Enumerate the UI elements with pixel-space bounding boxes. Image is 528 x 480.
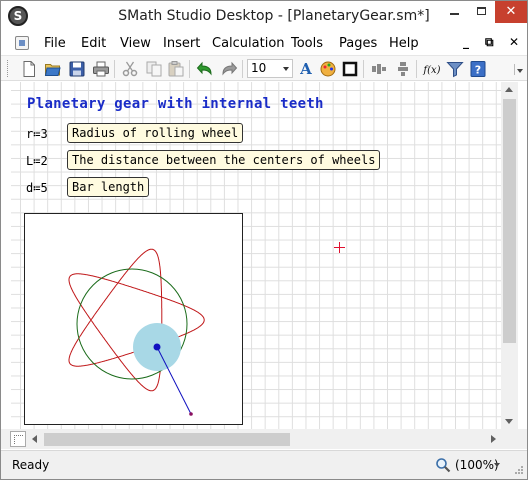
definition-L[interactable]: L≔2 [26, 154, 48, 168]
cut-icon[interactable] [121, 60, 139, 78]
page-view-icon[interactable] [10, 431, 26, 447]
mdi-close-button[interactable]: ✕ [509, 35, 519, 49]
menu-tools[interactable]: Tools [291, 36, 323, 51]
scroll-down-icon[interactable] [505, 419, 513, 424]
plot-region[interactable] [24, 213, 243, 425]
chevron-down-icon[interactable] [494, 463, 500, 467]
font-size-value: 10 [251, 61, 267, 75]
menu-insert[interactable]: Insert [163, 36, 200, 51]
undo-icon[interactable] [196, 60, 214, 78]
new-document-icon[interactable] [20, 60, 38, 78]
title-bar[interactable]: S SMath Studio Desktop - [PlanetaryGear.… [1, 1, 527, 31]
minimize-icon [450, 12, 459, 15]
vertical-scroll-thumb[interactable] [503, 99, 516, 343]
minimize-button[interactable] [441, 1, 468, 23]
document-icon[interactable] [15, 36, 29, 50]
vertical-scrollbar[interactable] [501, 82, 518, 429]
comment-rolling-wheel[interactable]: Radius of rolling wheel [67, 123, 244, 143]
menu-view[interactable]: View [120, 36, 151, 51]
app-window: S SMath Studio Desktop - [PlanetaryGear.… [0, 0, 528, 480]
toolbar: 10 A f(x) ? [1, 55, 527, 81]
comment-bar-length[interactable]: Bar length [67, 177, 150, 197]
toolbar-grip[interactable] [7, 60, 10, 77]
menu-calculation[interactable]: Calculation [212, 36, 285, 51]
worksheet-canvas[interactable]: Planetary gear with internal teeth r≔3 R… [11, 82, 501, 429]
paste-icon[interactable] [167, 60, 185, 78]
plot-canvas [68, 248, 205, 416]
open-folder-icon[interactable] [44, 60, 62, 78]
definition-r[interactable]: r≔3 [26, 127, 48, 141]
toolbar-separator [114, 60, 115, 78]
variable-value: 3 [40, 127, 48, 141]
toolbar-overflow-button[interactable] [514, 64, 523, 75]
help-icon[interactable]: ? [469, 60, 487, 78]
wheel-center-dot [153, 343, 161, 351]
toolbar-separator [363, 60, 364, 78]
align-vertical-icon[interactable] [394, 60, 412, 78]
status-text: Ready [12, 458, 50, 472]
filter-icon[interactable] [446, 60, 464, 78]
bar-tip-dot [189, 412, 193, 416]
align-horizontal-icon[interactable] [370, 60, 388, 78]
menu-help[interactable]: Help [389, 36, 419, 51]
variable-value: 5 [40, 181, 48, 195]
mdi-restore-button[interactable]: ⧉ [485, 35, 494, 50]
menu-file[interactable]: File [44, 36, 66, 51]
scroll-left-icon[interactable] [32, 435, 37, 443]
toolbar-separator [416, 60, 417, 78]
save-icon[interactable] [68, 60, 86, 78]
definition-d[interactable]: d≔5 [26, 181, 48, 195]
trajectory-curve [68, 248, 205, 392]
toolbar-separator [242, 60, 243, 78]
fill-color-icon[interactable] [319, 60, 337, 78]
worksheet-title[interactable]: Planetary gear with internal teeth [27, 96, 324, 112]
maximize-icon [477, 6, 486, 15]
horizontal-bar-area [1, 429, 527, 449]
toolbar-separator [189, 60, 190, 78]
copy-icon[interactable] [145, 60, 163, 78]
function-icon[interactable]: f(x) [421, 60, 443, 78]
menu-pages[interactable]: Pages [339, 36, 377, 51]
menu-edit[interactable]: Edit [81, 36, 106, 51]
redo-icon[interactable] [220, 60, 238, 78]
border-icon[interactable] [341, 60, 359, 78]
zoom-level[interactable]: (100%) [455, 458, 499, 472]
scroll-right-icon[interactable] [491, 435, 496, 443]
resize-grip-icon[interactable] [512, 465, 524, 477]
zoom-icon[interactable] [435, 457, 451, 473]
menu-bar: File Edit View Insert Calculation Tools … [1, 31, 527, 55]
print-icon[interactable] [92, 60, 110, 78]
horizontal-scrollbar[interactable] [28, 431, 502, 448]
svg-text:A: A [299, 60, 312, 78]
scroll-up-icon[interactable] [505, 87, 513, 92]
insertion-cursor-icon [334, 242, 345, 253]
comment-center-distance[interactable]: The distance between the centers of whee… [67, 150, 381, 170]
horizontal-scroll-thumb[interactable] [44, 433, 290, 446]
maximize-button[interactable] [468, 1, 495, 23]
mdi-minimize-button[interactable]: _ [463, 35, 469, 49]
font-size-select[interactable]: 10 [247, 59, 293, 78]
text-color-icon[interactable]: A [297, 60, 315, 78]
status-bar: Ready (100%) [1, 450, 527, 479]
function-label: f(x) [422, 65, 440, 76]
svg-text:?: ? [475, 64, 481, 77]
variable-value: 2 [40, 154, 48, 168]
chevron-down-icon [283, 67, 289, 71]
close-button[interactable]: ✕ [495, 1, 527, 23]
